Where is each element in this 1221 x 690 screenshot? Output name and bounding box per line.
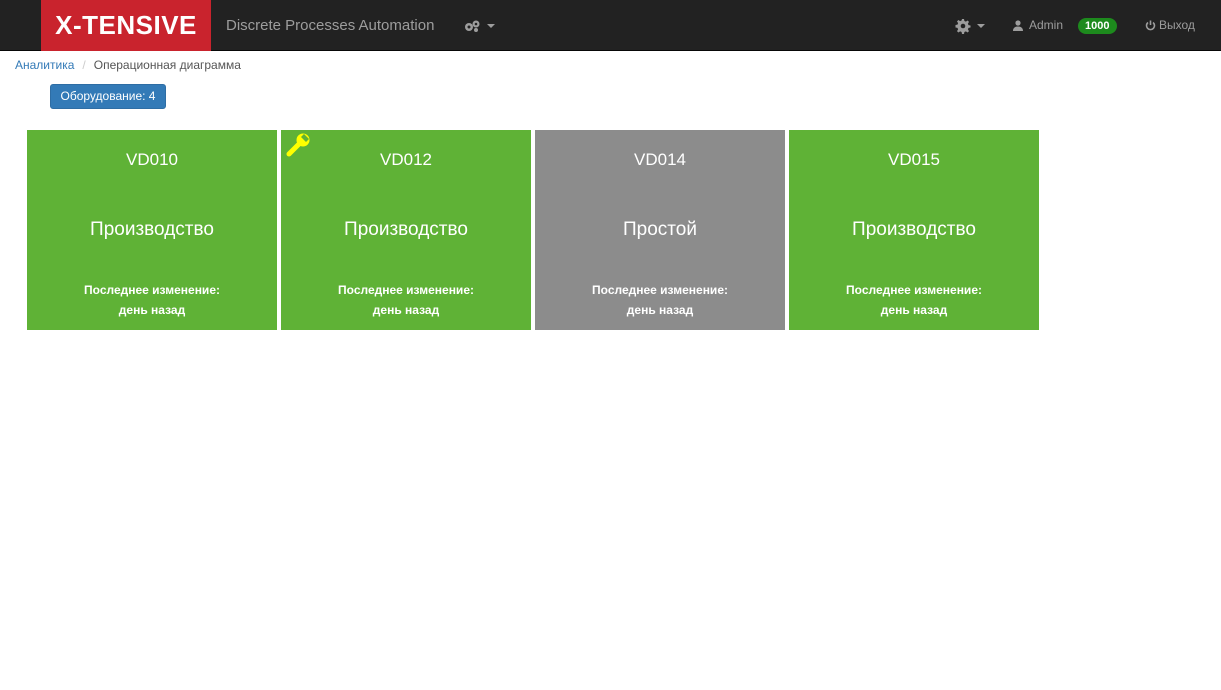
power-icon — [1145, 20, 1156, 31]
logout-link[interactable]: Выход — [1145, 0, 1195, 51]
equipment-tile[interactable]: VD012 Производство Последнее изменение: … — [281, 130, 531, 330]
last-change-value: день назад — [118, 303, 186, 317]
brand-logo[interactable]: X-TENSIVE — [41, 0, 211, 51]
equipment-status: Простой — [623, 219, 697, 240]
equipment-name: VD014 — [634, 150, 686, 169]
equipment-tiles: VD010 Производство Последнее изменение: … — [27, 130, 1039, 330]
last-change-value: день назад — [880, 303, 948, 317]
logout-label: Выход — [1159, 18, 1195, 32]
breadcrumb-separator: / — [82, 58, 86, 72]
navbar: X-TENSIVE Discrete Processes Automation … — [0, 0, 1221, 51]
equipment-tile[interactable]: VD010 Производство Последнее изменение: … — [27, 130, 277, 330]
modules-dropdown[interactable] — [464, 0, 495, 51]
equipment-name: VD012 — [380, 150, 432, 169]
breadcrumb: Аналитика / Операционная диаграмма — [15, 58, 241, 72]
equipment-status: Производство — [344, 219, 468, 240]
user-badge: 1000 — [1078, 17, 1117, 34]
equipment-name: VD010 — [126, 150, 178, 169]
equipment-tile[interactable]: VD014 Простой Последнее изменение: день … — [535, 130, 785, 330]
last-change-label: Последнее изменение: — [338, 283, 474, 297]
settings-dropdown[interactable] — [955, 0, 985, 51]
app-title[interactable]: Discrete Processes Automation — [226, 0, 434, 51]
equipment-count-button[interactable]: Оборудование: 4 — [50, 84, 166, 109]
gear-icon — [955, 18, 971, 34]
cogs-icon — [465, 20, 480, 32]
breadcrumb-current: Операционная диаграмма — [93, 58, 241, 72]
last-change-value: день назад — [626, 303, 694, 317]
last-change-value: день назад — [372, 303, 440, 317]
user-icon — [1013, 20, 1023, 31]
user-menu[interactable]: Admin 1000 — [1013, 0, 1117, 51]
equipment-name: VD015 — [888, 150, 940, 169]
equipment-tile[interactable]: VD015 Производство Последнее изменение: … — [789, 130, 1039, 330]
breadcrumb-link-analytics[interactable]: Аналитика — [15, 58, 74, 72]
equipment-status: Производство — [90, 219, 214, 240]
last-change-label: Последнее изменение: — [84, 283, 220, 297]
equipment-status: Производство — [852, 219, 976, 240]
chevron-down-icon — [977, 23, 985, 28]
last-change-label: Последнее изменение: — [846, 283, 982, 297]
chevron-down-icon — [487, 23, 495, 28]
user-name: Admin — [1029, 18, 1064, 32]
last-change-label: Последнее изменение: — [592, 283, 728, 297]
